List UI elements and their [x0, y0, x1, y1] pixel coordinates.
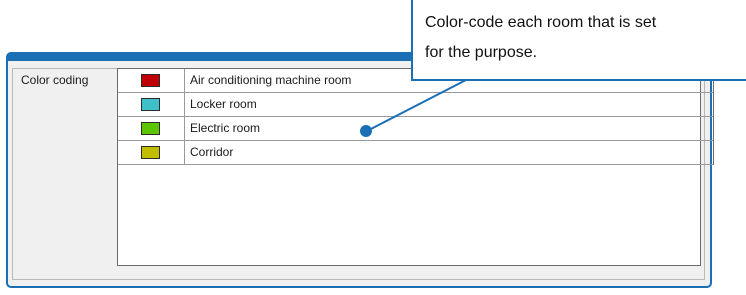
color-swatch[interactable]	[141, 74, 160, 87]
list-item-label: Corridor	[190, 145, 234, 159]
swatch-cell	[118, 117, 185, 140]
color-coding-group: Color coding Air conditioning machine ro…	[12, 68, 714, 280]
list-item[interactable]: Electric room	[118, 117, 714, 141]
list-item-label: Air conditioning machine room	[190, 73, 352, 87]
list-item[interactable]: Corridor	[118, 141, 714, 165]
swatch-cell	[118, 93, 185, 116]
list-item-label: Electric room	[190, 121, 261, 135]
color-coding-label: Color coding	[21, 73, 89, 87]
color-swatch[interactable]	[141, 122, 160, 135]
color-swatch[interactable]	[141, 98, 160, 111]
list-item-label: Locker room	[190, 97, 257, 111]
color-swatch[interactable]	[141, 146, 160, 159]
swatch-cell	[118, 69, 185, 92]
callout-text-line-1: Color-code each room that is set	[425, 14, 657, 31]
column-divider	[713, 69, 714, 165]
color-coding-list[interactable]: Air conditioning machine room Locker roo…	[117, 68, 714, 266]
color-coding-panel: Color coding Air conditioning machine ro…	[6, 52, 714, 288]
callout-box: Color-code each room that is set for the…	[411, 0, 746, 81]
callout-text-line-2: for the purpose.	[425, 44, 538, 61]
list-item[interactable]: Locker room	[118, 93, 714, 117]
swatch-cell	[118, 141, 185, 164]
